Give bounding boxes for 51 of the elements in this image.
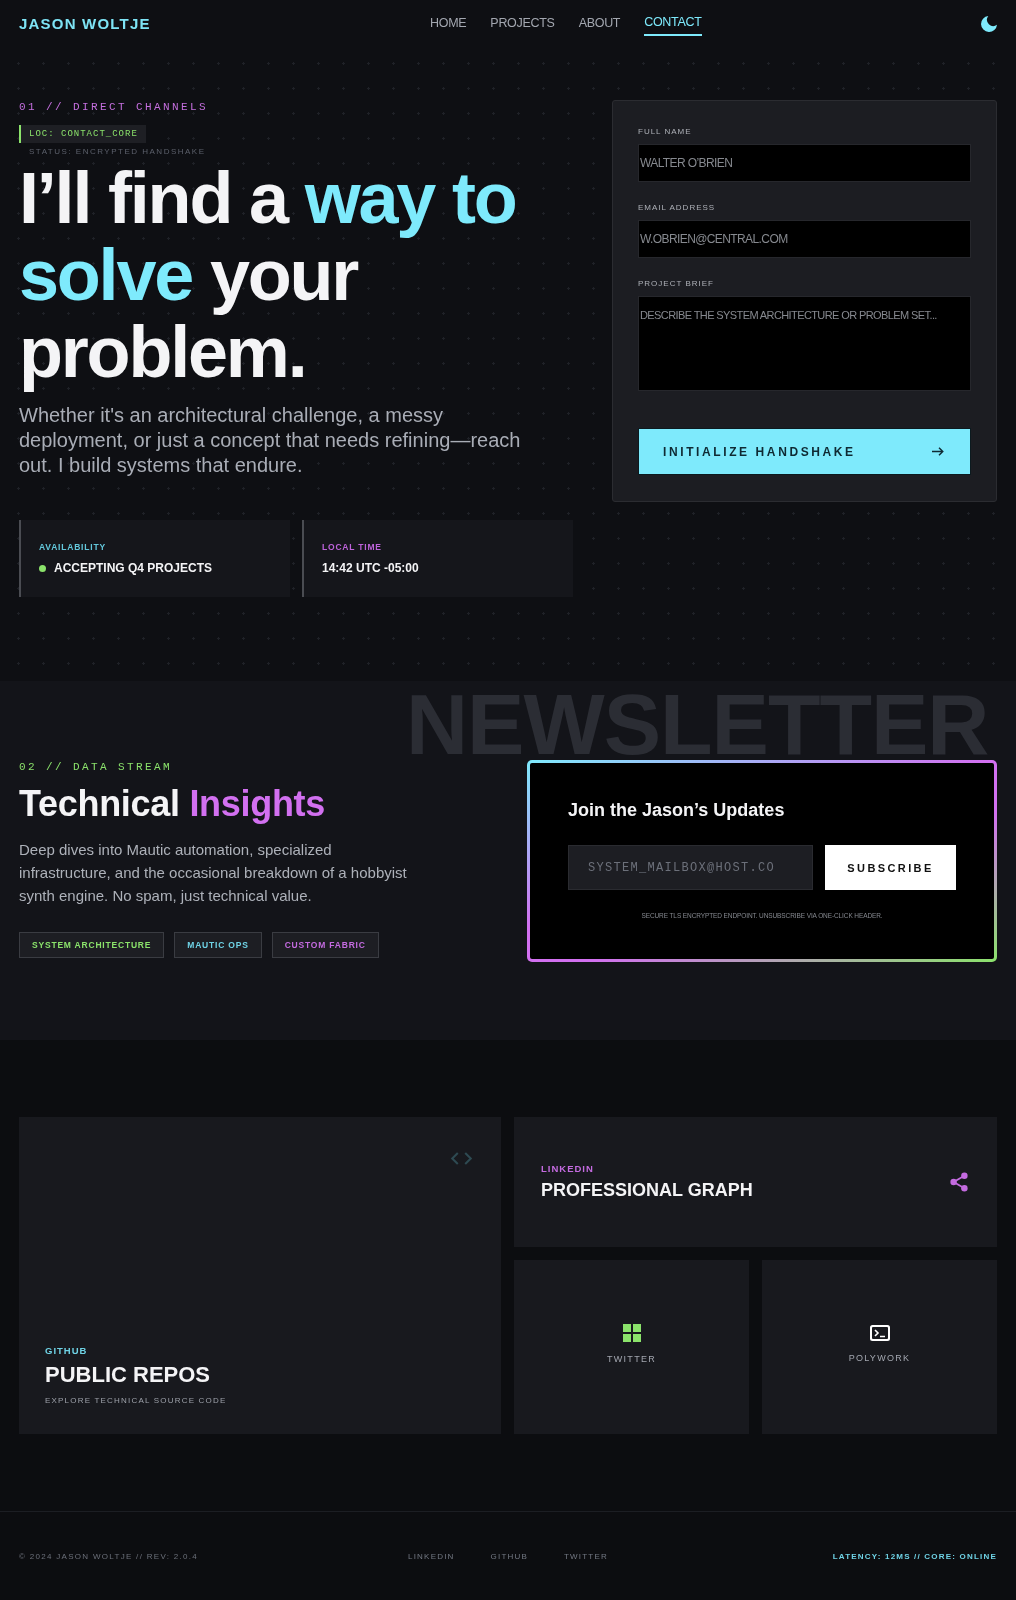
nav-link[interactable]: HOME [430,13,467,34]
stat-label: AVAILABILITY [39,542,106,552]
system-status-text: LATENCY: 12MS // CORE: ONLINE [832,1551,997,1561]
nav-link[interactable]: CONTACT [644,14,702,36]
topic-tag: CUSTOM FABRIC [271,932,379,958]
textarea-field[interactable]: DESCRIBE THE SYSTEM ARCHITECTURE OR PROBLEM SET... [638,296,971,391]
section-title: Technical Insights [19,782,325,826]
signup-title: Join the Jason’s Updates [568,799,785,821]
section-eyebrow: 02 // DATA STREAM [19,760,173,774]
footer-link[interactable]: LINKEDIN [408,1551,455,1561]
card-title: PUBLIC REPOS [45,1362,211,1388]
field-label: FULL NAME [638,127,692,137]
stat-value: ACCEPTING Q4 PROJECTS [54,561,213,575]
location-tag: LOC: CONTACT_CORE [19,125,146,143]
arrow-right-icon [931,447,944,456]
section-paragraph: Deep dives into Mautic automation, specialized infrastructure, and the occasional breakdown of a hobbyist synth engine. No spam, just technical value. [19,840,408,906]
card-label: TWITTER [606,1353,657,1365]
nav-link[interactable]: PROJECTS [490,13,555,34]
intro-paragraph: Whether it's an architectural challenge, a messy deployment, or just a concept that needs refining—reach out. I build systems that endure. [19,403,522,478]
card-subtitle: EXPLORE TECHNICAL SOURCE CODE [45,1396,227,1406]
section-eyebrow: 01 // DIRECT CHANNELS [19,100,209,114]
field-label: EMAIL ADDRESS [638,203,716,213]
link-card[interactable]: POLYWORK [762,1260,997,1434]
link-card[interactable]: GITHUB PUBLIC REPOS EXPLORE TECHNICAL SOURCE CODE [19,1117,501,1434]
platform-label: LINKEDIN [541,1163,594,1174]
subscribe-button[interactable]: SUBSCRIBE [825,845,956,890]
card-title: PROFESSIONAL GRAPH [541,1179,753,1201]
moon-icon[interactable] [981,15,997,32]
stat-value: 14:42 UTC -05:00 [322,561,419,575]
link-card[interactable]: LINKEDIN PROFESSIONAL GRAPH [514,1117,997,1247]
footer-link[interactable]: TWITTER [564,1551,608,1561]
field-label: PROJECT BRIEF [638,279,714,289]
email-field[interactable]: SYSTEM_MAILBOX@HOST.CO [568,845,813,890]
input-field[interactable]: W.OBRIEN@CENTRAL.COM [638,220,971,258]
link-card[interactable]: TWITTER [514,1260,749,1434]
input-field[interactable]: WALTER O’BRIEN [638,144,971,182]
status-text: STATUS: ENCRYPTED HANDSHAKE [29,147,206,157]
code-brackets-icon [450,1152,473,1165]
site-logo[interactable]: JASON WOLTJE [19,15,151,32]
headline: I’ll find a way to solve your problem. [19,160,517,391]
footer-link[interactable]: GITHUB [490,1551,528,1561]
copyright-text: © 2024 JASON WOLTJE // REV: 2.0.4 [19,1551,199,1561]
status-dot-icon [39,564,46,572]
card-label: POLYWORK [848,1352,911,1364]
topic-tag: MAUTIC OPS [174,932,262,958]
topic-tag: SYSTEM ARCHITECTURE [19,932,165,958]
stat-label: LOCAL TIME [322,542,382,552]
submit-button[interactable]: INITIALIZE HANDSHAKE [638,428,971,475]
share-icon [950,1172,968,1192]
platform-label: GITHUB [45,1345,88,1356]
nav-link[interactable]: ABOUT [578,13,621,34]
